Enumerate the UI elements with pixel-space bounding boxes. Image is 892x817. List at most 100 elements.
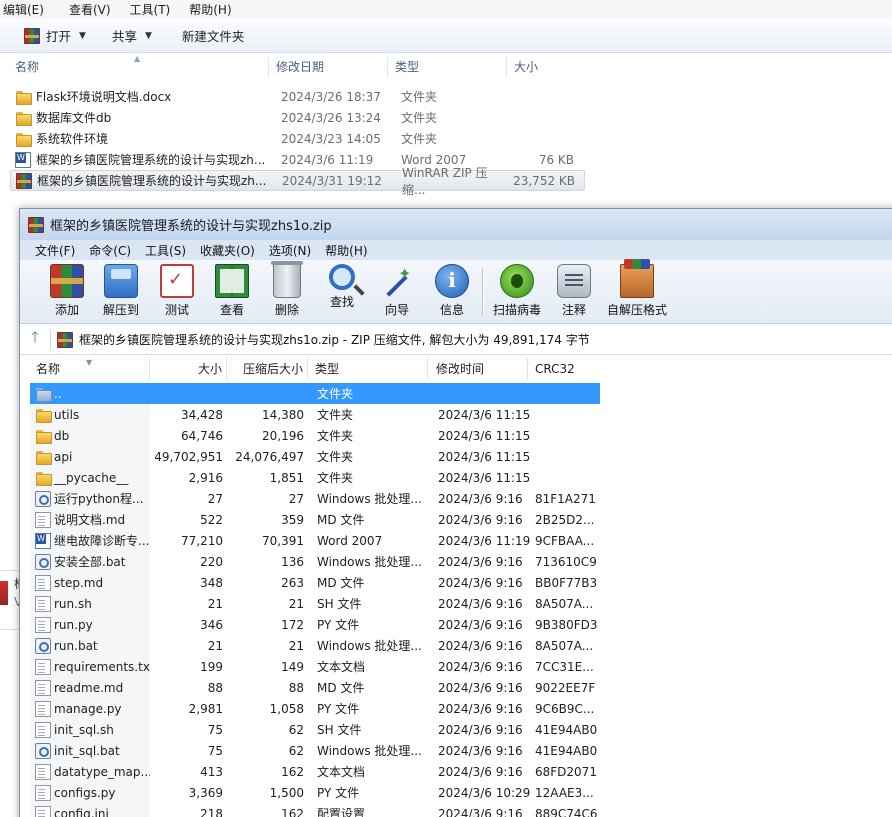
archive-file-size: 77,210 bbox=[181, 533, 223, 548]
new-folder-button[interactable]: 新建文件夹 bbox=[174, 23, 253, 49]
text-file-icon bbox=[35, 511, 51, 528]
archive-file-modified: 2024/3/6 9:16 bbox=[438, 638, 523, 653]
file-type: WinRAR ZIP 压缩... bbox=[402, 165, 488, 197]
archive-file-name: 运行python程... bbox=[54, 492, 144, 506]
column-crc32[interactable]: CRC32 bbox=[528, 358, 598, 380]
file-row[interactable]: 系统软件环境 2024/3/23 14:05 文件夹 bbox=[10, 128, 590, 149]
menu-help[interactable]: 帮助(H) bbox=[325, 242, 367, 259]
archive-file-row[interactable]: run.bat 21 21 Windows 批处理... 2024/3/6 9:16 8A… bbox=[30, 635, 600, 656]
title-bar[interactable]: 框架的乡镇医院管理系统的设计与实现zhs1o.zip bbox=[20, 209, 892, 240]
menu-tools[interactable]: 工具(S) bbox=[145, 242, 186, 259]
file-size: 76 KB bbox=[538, 152, 574, 167]
test-button[interactable]: 测试 bbox=[147, 264, 207, 322]
archive-file-size: 522 bbox=[200, 512, 223, 527]
text-file-icon bbox=[35, 616, 51, 633]
archive-file-row[interactable]: db 64,746 20,196 文件夹 2024/3/6 11:15 bbox=[30, 425, 600, 446]
view-button[interactable]: 查看 bbox=[202, 264, 262, 322]
winrar-archive-icon bbox=[16, 172, 32, 189]
archive-file-packed-size: 20,196 bbox=[262, 428, 304, 443]
archive-path[interactable]: 框架的乡镇医院管理系统的设计与实现zhs1o.zip - ZIP 压缩文件, 解… bbox=[79, 331, 590, 348]
column-date[interactable]: 修改日期 bbox=[269, 56, 388, 78]
archive-file-row[interactable]: init_sql.bat 75 62 Windows 批处理... 2024/3/6 9… bbox=[30, 740, 600, 761]
add-button[interactable]: 添加 bbox=[37, 264, 97, 322]
archive-file-name: utils bbox=[54, 407, 80, 422]
column-size[interactable]: 大小 bbox=[507, 56, 590, 78]
archive-file-crc32: 41E94AB0 bbox=[535, 722, 598, 737]
archive-file-row[interactable]: run.sh 21 21 SH 文件 2024/3/6 9:16 8A507A... bbox=[30, 593, 600, 614]
archive-file-crc32: 2B25D2... bbox=[535, 512, 595, 527]
archive-file-size: 75 bbox=[207, 722, 223, 737]
info-button[interactable]: 信息 bbox=[422, 264, 482, 322]
archive-file-crc32: 9022EE7F bbox=[535, 680, 596, 695]
archive-file-packed-size: 14,380 bbox=[262, 407, 304, 422]
archive-file-row[interactable]: run.py 346 172 PY 文件 2024/3/6 9:16 9B380FD3 bbox=[30, 614, 600, 635]
archive-file-type: Windows 批处理... bbox=[317, 492, 422, 506]
file-name: Flask环境说明文档.docx bbox=[36, 90, 172, 104]
archive-file-row[interactable]: requirements.txt 199 149 文本文档 2024/3/6 9:16 7… bbox=[30, 656, 600, 677]
file-row[interactable]: 框架的乡镇医院管理系统的设计与实现zh... 2024/3/31 19:12 Win… bbox=[10, 166, 585, 197]
archive-file-row[interactable]: 运行python程... 27 27 Windows 批处理... 2024/3/6 9… bbox=[30, 488, 600, 509]
archive-file-row[interactable]: config.ini 218 162 配置设置 2024/3/6 9:16 889C74C… bbox=[30, 803, 600, 817]
menu-options[interactable]: 选项(N) bbox=[269, 242, 311, 259]
archive-file-name: 说明文档.md bbox=[54, 513, 126, 527]
archive-file-row[interactable]: utils 34,428 14,380 文件夹 2024/3/6 11:15 bbox=[30, 404, 600, 425]
column-size[interactable]: 大小 bbox=[150, 358, 227, 380]
archive-file-row[interactable]: 继电故障诊断专... 77,210 70,391 Word 2007 2024/3/6 … bbox=[30, 530, 600, 551]
add-archive-icon bbox=[50, 264, 84, 298]
menu-file[interactable]: 文件(F) bbox=[35, 242, 75, 259]
column-name[interactable]: 名称 ▲ bbox=[0, 54, 269, 78]
archive-file-row[interactable]: manage.py 2,981 1,058 PY 文件 2024/3/6 9:16 9C6… bbox=[30, 698, 600, 719]
open-button[interactable]: 打开 ▼ bbox=[16, 23, 94, 49]
menu-tools[interactable]: 工具(T) bbox=[127, 1, 177, 18]
column-type[interactable]: 类型 bbox=[388, 56, 507, 78]
file-type: 文件夹 bbox=[401, 111, 438, 125]
archive-file-row[interactable]: .. 文件夹 bbox=[30, 383, 600, 404]
extract-to-icon bbox=[104, 264, 138, 298]
archive-file-row[interactable]: 说明文档.md 522 359 MD 文件 2024/3/6 9:16 2B25D2... bbox=[30, 509, 600, 530]
column-modified[interactable]: 修改时间 bbox=[428, 358, 528, 380]
menu-edit[interactable]: 编辑(E) bbox=[0, 1, 50, 18]
sfx-button[interactable]: 自解压格式 bbox=[607, 259, 667, 322]
wizard-button[interactable]: 向导 bbox=[367, 264, 427, 322]
file-row[interactable]: Flask环境说明文档.docx 2024/3/26 18:37 文件夹 bbox=[10, 86, 590, 107]
share-button[interactable]: 共享 ▼ bbox=[104, 23, 160, 49]
extract-to-button[interactable]: 解压到 bbox=[91, 264, 151, 322]
winrar-menubar: 文件(F) 命令(C) 工具(S) 收藏夹(O) 选项(N) 帮助(H) bbox=[20, 240, 892, 260]
archive-file-row[interactable]: api 49,702,951 24,076,497 文件夹 2024/3/6 11:15 bbox=[30, 446, 600, 467]
archive-file-name: 继电故障诊断专... bbox=[54, 534, 150, 548]
archive-file-row[interactable]: step.md 348 263 MD 文件 2024/3/6 9:16 BB0F77B3 bbox=[30, 572, 600, 593]
archive-file-packed-size: 162 bbox=[281, 806, 304, 817]
delete-button[interactable]: 删除 bbox=[257, 261, 317, 322]
menu-favorites[interactable]: 收藏夹(O) bbox=[200, 242, 255, 259]
archive-file-size: 49,702,951 bbox=[154, 449, 223, 464]
menu-help[interactable]: 帮助(H) bbox=[186, 1, 237, 18]
archive-file-row[interactable]: 安装全部.bat 220 136 Windows 批处理... 2024/3/6 9:1… bbox=[30, 551, 600, 572]
menu-view[interactable]: 查看(V) bbox=[66, 1, 117, 18]
file-row[interactable]: 框架的乡镇医院管理系统的设计与实现zh...2024/3/6 11:19Word… bbox=[10, 149, 590, 170]
archive-file-name: requirements.txt bbox=[54, 659, 150, 674]
archive-file-row[interactable]: readme.md 88 88 MD 文件 2024/3/6 9:16 9022EE7F bbox=[30, 677, 600, 698]
folder-icon bbox=[15, 89, 32, 105]
file-row[interactable]: 数据库文件db 2024/3/26 13:24 文件夹 bbox=[10, 107, 590, 128]
archive-file-row[interactable]: __pycache__ 2,916 1,851 文件夹 2024/3/6 11:15 bbox=[30, 467, 600, 488]
word-doc-icon bbox=[35, 532, 51, 549]
archive-file-row[interactable]: datatype_map.... 413 162 文本文档 2024/3/6 9:16 6… bbox=[30, 761, 600, 782]
archive-file-row[interactable]: configs.py 3,369 1,500 PY 文件 2024/3/6 10:29 1… bbox=[30, 782, 600, 803]
archive-file-row[interactable]: init_sql.sh 75 62 SH 文件 2024/3/6 9:16 41E94AB… bbox=[30, 719, 600, 740]
archive-file-type: MD 文件 bbox=[317, 513, 365, 527]
column-name[interactable]: 名称 ▼ bbox=[30, 358, 150, 380]
wizard-icon bbox=[380, 264, 414, 298]
virus-scan-button[interactable]: 扫描病毒 bbox=[487, 264, 547, 322]
folder-icon bbox=[35, 407, 52, 423]
up-folder-icon[interactable]: 🡑 bbox=[20, 327, 50, 352]
comment-button[interactable]: 注释 bbox=[544, 264, 604, 322]
column-type[interactable]: 类型 bbox=[308, 358, 428, 380]
archive-file-type: Windows 批处理... bbox=[317, 744, 422, 758]
column-packed-size[interactable]: 压缩后大小 bbox=[227, 358, 308, 380]
archive-file-modified: 2024/3/6 9:16 bbox=[438, 722, 523, 737]
archive-file-modified: 2024/3/6 11:19 bbox=[438, 533, 531, 548]
menu-commands[interactable]: 命令(C) bbox=[89, 242, 131, 259]
archive-file-modified: 2024/3/6 11:15 bbox=[438, 449, 531, 464]
view-icon bbox=[215, 264, 249, 298]
find-button[interactable]: 查找 bbox=[312, 264, 372, 322]
